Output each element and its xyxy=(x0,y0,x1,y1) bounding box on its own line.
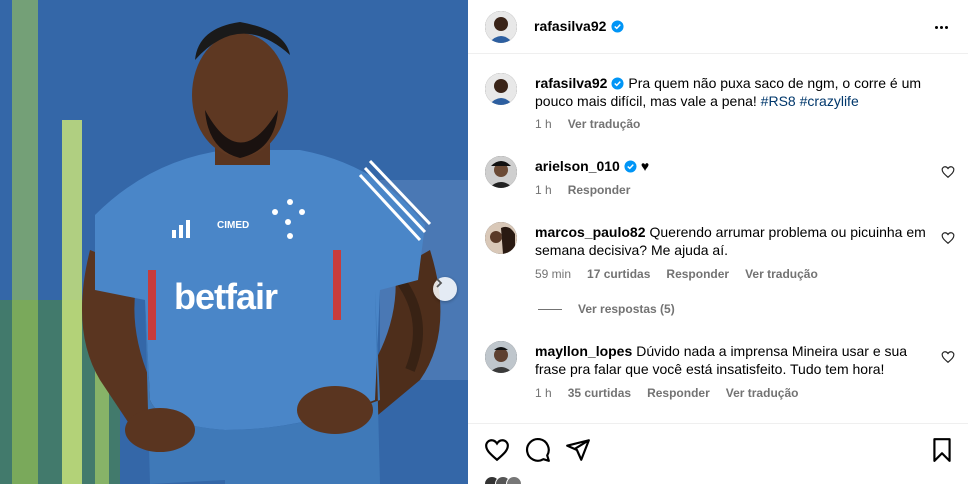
player-photo xyxy=(0,0,468,484)
comment-text: arielson_010 ♥ xyxy=(535,157,935,175)
bookmark-icon[interactable] xyxy=(929,437,955,463)
comment-time: 1 h xyxy=(535,183,552,197)
comment-icon[interactable] xyxy=(525,437,551,463)
comment-time: 59 min xyxy=(535,267,572,281)
see-translation-link[interactable]: Ver tradução xyxy=(726,386,799,400)
verified-icon xyxy=(611,19,624,33)
avatar[interactable] xyxy=(485,222,517,254)
likes-avatars[interactable] xyxy=(484,476,522,484)
avatar xyxy=(506,476,522,484)
heart-icon[interactable] xyxy=(484,437,510,463)
more-options-button[interactable] xyxy=(930,18,952,36)
post-actions-bar xyxy=(468,423,968,484)
verified-icon xyxy=(611,77,624,90)
comments-list: rafasilva92 Pra quem não puxa saco de ngm… xyxy=(468,55,968,423)
chevron-right-icon xyxy=(436,278,443,288)
comment-body: ♥ xyxy=(640,158,650,174)
comment-meta: 59 min 17 curtidas Responder Ver traduçã… xyxy=(535,267,818,281)
caption-meta: 1 h Ver tradução xyxy=(535,117,640,131)
caption-time: 1 h xyxy=(535,117,552,131)
post-photo[interactable]: CIMED betfair xyxy=(0,0,468,484)
jersey-brand-text: CIMED xyxy=(217,220,250,231)
comment-time: 1 h xyxy=(535,386,552,400)
likes-count[interactable]: 17 curtidas xyxy=(587,267,650,281)
replies-divider xyxy=(538,308,562,310)
more-icon xyxy=(934,25,938,29)
comment-username[interactable]: mayllon_lopes xyxy=(535,343,632,359)
comment-username[interactable]: arielson_010 xyxy=(535,158,620,174)
caption-username[interactable]: rafasilva92 xyxy=(535,75,607,91)
share-icon[interactable] xyxy=(565,437,591,463)
post-sidebar: rafasilva92 rafasilva92 Pra quem não puxa… xyxy=(468,0,968,484)
comment-item: mayllon_lopes Dúvido nada a imprensa Mine… xyxy=(468,340,968,420)
comment-item: marcos_paulo82 Querendo arrumar problema … xyxy=(468,221,968,321)
verified-icon xyxy=(624,160,637,173)
jersey-sponsor-text: betfair xyxy=(174,276,278,317)
see-translation-link[interactable]: Ver tradução xyxy=(568,117,641,131)
comment-meta: 1 h 35 curtidas Responder Ver tradução xyxy=(535,386,798,400)
comment-text: mayllon_lopes Dúvido nada a imprensa Mine… xyxy=(535,342,935,378)
avatar[interactable] xyxy=(485,156,517,188)
carousel-next-button[interactable] xyxy=(433,277,457,301)
heart-icon[interactable] xyxy=(941,350,955,364)
post-header: rafasilva92 xyxy=(468,0,968,54)
view-replies-label[interactable]: Ver respostas (5) xyxy=(578,302,675,316)
comment-text: marcos_paulo82 Querendo arrumar problema … xyxy=(535,223,935,259)
reply-link[interactable]: Responder xyxy=(666,267,729,281)
comment-item: arielson_010 ♥ 1 h Responder xyxy=(468,155,968,205)
see-translation-link[interactable]: Ver tradução xyxy=(745,267,818,281)
reply-link[interactable]: Responder xyxy=(647,386,710,400)
comment-meta: 1 h Responder xyxy=(535,183,630,197)
hashtag-link[interactable]: #crazylife xyxy=(800,93,859,109)
caption: rafasilva92 Pra quem não puxa saco de ngm… xyxy=(468,73,968,143)
heart-icon[interactable] xyxy=(941,231,955,245)
heart-icon[interactable] xyxy=(941,165,955,179)
likes-count[interactable]: 35 curtidas xyxy=(568,386,631,400)
post-author-username[interactable]: rafasilva92 xyxy=(534,18,606,34)
post-author[interactable]: rafasilva92 xyxy=(534,18,624,34)
avatar[interactable] xyxy=(485,11,517,43)
view-replies-button[interactable]: Ver respostas (5) xyxy=(538,302,675,316)
avatar[interactable] xyxy=(485,341,517,373)
avatar[interactable] xyxy=(485,73,517,105)
caption-text: rafasilva92 Pra quem não puxa saco de ngm… xyxy=(535,74,935,110)
reply-link[interactable]: Responder xyxy=(568,183,631,197)
hashtag-link[interactable]: #RS8 xyxy=(761,93,796,109)
comment-username[interactable]: marcos_paulo82 xyxy=(535,224,646,240)
